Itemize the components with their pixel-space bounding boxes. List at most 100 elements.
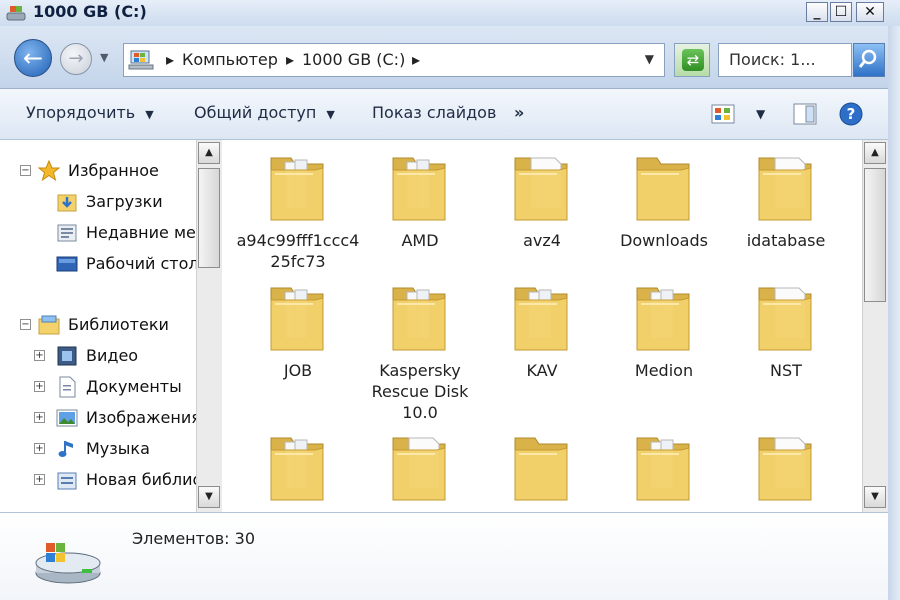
scroll-thumb[interactable] [198,168,220,268]
address-dropdown-icon[interactable]: ▼ [645,52,654,66]
search-input[interactable]: Поиск: 1... [718,43,852,77]
folder-name: NST [770,361,802,380]
folder-item[interactable]: a94c99fff1ccc425fc73 [236,152,360,272]
folder-name: avz4 [523,231,561,250]
folder-item[interactable]: JOB [236,282,360,381]
close-button[interactable]: ✕ [856,2,884,22]
breadcrumb-drive[interactable]: 1000 GB (C:) [302,50,405,69]
item-count: Элементов: 30 [132,529,255,548]
share-label: Общий доступ [194,103,317,122]
nav-libraries-label: Библиотеки [68,315,169,334]
folder-item[interactable]: avz4 [480,152,604,251]
scroll-up-button[interactable]: ▲ [198,142,220,164]
folder-item[interactable]: AMD [358,152,482,251]
back-arrow-icon: ← [22,44,44,72]
expand-icon[interactable]: + [34,474,45,485]
folder-name: idatabase [746,231,826,250]
minimize-button[interactable]: _ [806,2,828,22]
folder-item[interactable] [358,432,482,510]
folder-item[interactable] [236,432,360,510]
scroll-up-icon: ▲ [871,147,879,158]
breadcrumb-sep-icon[interactable]: ▸ [286,50,294,69]
nav-pane-scrollbar[interactable]: ▲ ▼ [196,140,222,512]
folder-name: AMD [401,231,439,250]
refresh-button[interactable]: ⇄ [674,43,710,77]
folder-item[interactable] [724,432,848,510]
expand-icon[interactable]: + [34,443,45,454]
folder-item[interactable]: KAV [480,282,604,381]
maximize-button[interactable]: ☐ [830,2,852,22]
nav-favorites[interactable]: − Избранное [0,160,196,184]
organize-menu[interactable]: Упорядочить ▼ [26,103,154,122]
explorer-window: 1000 GB (C:) _ ☐ ✕ ← → ▼ ▸ Компьютер ▸ 1… [0,0,900,600]
collapse-icon[interactable]: − [20,165,31,176]
desktop-icon [56,256,78,272]
file-list-scrollbar[interactable]: ▲ ▼ [862,140,888,512]
star-icon [38,160,60,182]
dropdown-arrow-icon: ▼ [326,108,335,121]
breadcrumb-computer[interactable]: Компьютер [182,50,278,69]
folder-item[interactable]: NST [724,282,848,381]
forward-button[interactable]: → [60,43,92,75]
nav-favorites-label: Избранное [68,161,159,180]
views-icon[interactable] [710,102,736,126]
nav-item-recent-places[interactable]: Недавние места [0,222,196,246]
search-button[interactable] [853,43,885,77]
back-button[interactable]: ← [14,39,52,77]
libraries-icon [38,315,60,335]
scroll-down-button[interactable]: ▼ [864,486,886,508]
command-bar: Упорядочить ▼ Общий доступ ▼ Показ слайдов… [0,89,900,140]
nav-item-documents[interactable]: + Документы [0,376,196,400]
share-menu[interactable]: Общий доступ ▼ [194,103,335,122]
breadcrumb-sep-icon[interactable]: ▸ [412,50,420,69]
nav-item-label: Новая библиотека [86,470,196,489]
nav-item-label: Видео [86,346,139,365]
nav-item-music[interactable]: + Музыка [0,438,196,462]
folder-item[interactable]: Kaspersky Rescue Disk 10.0 [358,282,482,423]
more-commands-button[interactable]: » [514,103,524,122]
scroll-up-button[interactable]: ▲ [864,142,886,164]
folder-name: Kaspersky Rescue Disk 10.0 [371,361,469,422]
drive-icon [6,6,26,21]
folder-icon [758,287,812,351]
folder-icon [270,287,324,351]
nav-item-video[interactable]: + Видео [0,345,196,369]
expand-icon[interactable]: + [34,412,45,423]
folder-icon [636,157,690,221]
nav-item-pictures[interactable]: + Изображения [0,407,196,431]
breadcrumb-sep-icon[interactable]: ▸ [166,50,174,69]
folder-name: KAV [526,361,558,380]
nav-item-downloads[interactable]: Загрузки [0,191,196,215]
documents-icon [59,376,76,398]
folder-item[interactable]: Downloads [602,152,726,251]
expand-icon[interactable]: + [34,350,45,361]
new-library-icon [57,472,77,490]
music-icon [58,441,73,457]
collapse-icon[interactable]: − [20,319,31,330]
scroll-down-button[interactable]: ▼ [198,486,220,508]
nav-item-new-library[interactable]: + Новая библиотека [0,469,196,493]
folder-name: Downloads [620,231,708,250]
folder-item[interactable]: Medion [602,282,726,381]
folder-item[interactable] [480,432,604,510]
preview-pane-icon[interactable] [792,102,818,126]
expand-icon[interactable]: + [34,381,45,392]
slideshow-button[interactable]: Показ слайдов [372,103,496,122]
views-dropdown-icon[interactable]: ▼ [756,107,765,121]
window-title: 1000 GB (C:) [33,2,147,21]
address-bar[interactable]: ▸ Компьютер ▸ 1000 GB (C:) ▸ ▼ [123,43,665,77]
folder-icon [758,437,812,501]
scroll-thumb[interactable] [864,168,886,302]
nav-item-label: Рабочий стол [86,254,196,273]
forward-arrow-icon: → [68,48,84,69]
folder-item[interactable] [602,432,726,510]
help-icon[interactable]: ? [838,102,864,126]
pictures-icon [56,409,78,427]
organize-label: Упорядочить [26,103,136,122]
nav-item-label: Недавние места [86,223,196,242]
history-dropdown-icon[interactable]: ▼ [100,51,114,65]
folder-item[interactable]: idatabase [724,152,848,251]
nav-item-desktop[interactable]: Рабочий стол [0,253,196,277]
nav-libraries[interactable]: − Библиотеки [0,314,196,338]
address-row: ← → ▼ ▸ Компьютер ▸ 1000 GB (C:) ▸ ▼ ⇄ П… [0,26,900,89]
